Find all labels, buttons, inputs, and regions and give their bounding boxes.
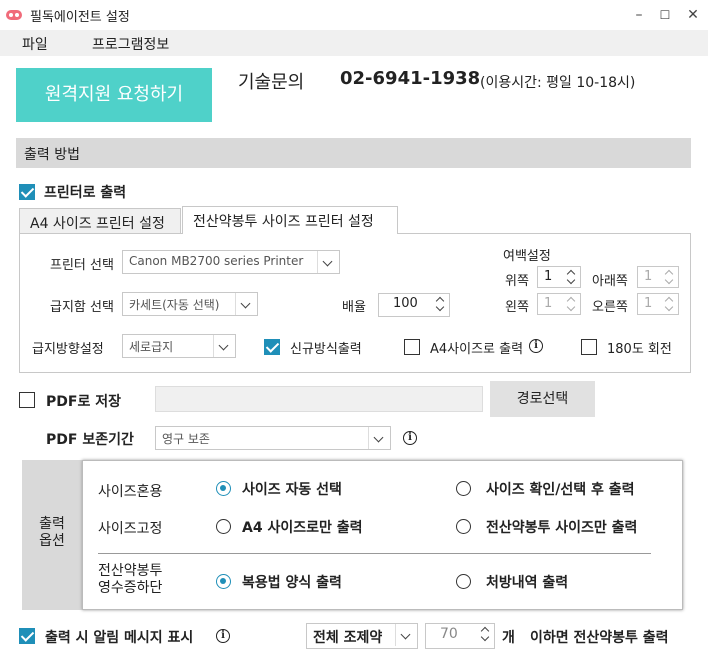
- new-method-label: 신규방식출력: [290, 342, 362, 357]
- new-method-checkbox[interactable]: [264, 339, 280, 355]
- scale-label: 배율: [342, 300, 366, 315]
- support-hours: (이용시간: 평일 10-18시): [480, 75, 636, 91]
- rotate-180-checkbox[interactable]: [581, 339, 597, 355]
- chevron-down-icon: [317, 251, 339, 273]
- active-tab-joiner: [183, 232, 397, 235]
- chevron-down-icon: [395, 624, 417, 646]
- feed-direction-value: 세로급지: [129, 340, 174, 354]
- tray-dropdown[interactable]: 카세트(자동 선택): [122, 292, 258, 316]
- prescription-radio[interactable]: [456, 574, 471, 589]
- info-icon[interactable]: i: [529, 339, 543, 353]
- spinner-arrows-icon[interactable]: [478, 624, 494, 644]
- a4-only-label: A4 사이즈로만 출력: [242, 520, 363, 536]
- size-fixed-label: 사이즈고정: [98, 521, 163, 537]
- medication-scope-value: 전체 조제약: [313, 630, 383, 646]
- tab-envelope-printer[interactable]: 전산약봉투 사이즈 프린터 설정: [182, 206, 398, 234]
- printer-output-checkbox[interactable]: [19, 184, 35, 200]
- auto-size-radio[interactable]: [216, 481, 231, 496]
- a4-only-radio[interactable]: [216, 519, 231, 534]
- spinner-arrows-icon[interactable]: [433, 294, 449, 314]
- margin-top-value: 1: [544, 269, 553, 284]
- app-logo-icon: [6, 10, 22, 20]
- count-spinner[interactable]: 70: [425, 623, 495, 649]
- printer-select-label: 프린터 선택: [50, 258, 114, 273]
- info-icon[interactable]: i: [216, 629, 230, 643]
- scale-spinner[interactable]: 100: [378, 293, 450, 317]
- prescription-label: 처방내역 출력: [486, 575, 569, 591]
- rotate-180-label: 180도 회전: [607, 342, 672, 357]
- chevron-down-icon: [368, 427, 390, 449]
- alert-label: 출력 시 알림 메시지 표시: [45, 630, 194, 646]
- envelope-only-label: 전산약봉투 사이즈만 출력: [486, 520, 638, 536]
- chevron-down-icon: [235, 293, 257, 315]
- threshold-suffix: 이하면 전산약봉투 출력: [530, 630, 669, 646]
- receipt-label: 전산약봉투 영수증하단: [98, 563, 163, 596]
- feed-direction-label: 급지방향설정: [32, 342, 104, 357]
- tray-value: 카세트(자동 선택): [129, 298, 220, 312]
- medication-form-radio[interactable]: [216, 574, 231, 589]
- support-label: 기술문의: [238, 72, 305, 93]
- remote-support-button[interactable]: 원격지원 요청하기: [16, 68, 212, 122]
- window-title: 필독에이전트 설정: [30, 10, 130, 25]
- tray-label: 급지함 선택: [50, 300, 114, 315]
- feed-direction-dropdown[interactable]: 세로급지: [122, 334, 236, 358]
- spinner-arrows-icon[interactable]: [564, 294, 580, 314]
- pdf-path-input[interactable]: [155, 386, 483, 412]
- margin-right-spinner[interactable]: 1: [637, 293, 679, 315]
- pdf-period-label: PDF 보존기간: [46, 432, 134, 448]
- margin-right-label: 오른쪽: [592, 300, 628, 315]
- maximize-button[interactable]: ☐: [652, 4, 678, 26]
- confirm-size-radio[interactable]: [456, 481, 471, 496]
- alert-checkbox[interactable]: [19, 628, 35, 644]
- margin-title: 여백설정: [503, 249, 551, 264]
- margin-top-label: 위쪽: [505, 274, 529, 289]
- a4-output-label: A4사이즈로 출력: [430, 342, 524, 357]
- medication-form-label: 복용법 양식 출력: [242, 575, 342, 591]
- path-select-button[interactable]: 경로선택: [490, 381, 595, 417]
- margin-bottom-spinner[interactable]: 1: [637, 266, 679, 288]
- pdf-save-label: PDF로 저장: [46, 394, 121, 410]
- printer-select-value: Canon MB2700 series Printer: [129, 254, 304, 268]
- margin-bottom-label: 아래쪽: [592, 274, 628, 289]
- medication-scope-dropdown[interactable]: 전체 조제약: [306, 623, 418, 649]
- printer-select-dropdown[interactable]: Canon MB2700 series Printer: [122, 250, 340, 274]
- scale-value: 100: [393, 296, 418, 311]
- pdf-period-value: 영구 보존: [162, 432, 210, 446]
- options-divider: [98, 553, 651, 554]
- margin-left-spinner[interactable]: 1: [537, 293, 581, 315]
- pdf-save-checkbox[interactable]: [19, 392, 35, 408]
- close-button[interactable]: ✕: [680, 4, 706, 26]
- count-value: 70: [440, 626, 458, 642]
- print-options-label: 출력 옵션: [39, 516, 65, 549]
- info-icon[interactable]: i: [403, 431, 417, 445]
- size-mixed-label: 사이즈혼용: [98, 484, 163, 500]
- tab-a4-printer[interactable]: A4 사이즈 프린터 설정: [19, 208, 181, 234]
- printer-output-label: 프린터로 출력: [44, 185, 127, 201]
- margin-left-label: 왼쪽: [505, 300, 529, 315]
- envelope-only-radio[interactable]: [456, 519, 471, 534]
- menu-program-info[interactable]: 프로그램정보: [92, 34, 169, 54]
- a4-output-checkbox[interactable]: [404, 339, 420, 355]
- auto-size-label: 사이즈 자동 선택: [242, 482, 342, 498]
- spinner-arrows-icon[interactable]: [564, 267, 580, 287]
- menu-file[interactable]: 파일: [22, 34, 48, 54]
- section-header-output-method: 출력 방법: [16, 138, 691, 168]
- pdf-period-dropdown[interactable]: 영구 보존: [155, 426, 391, 450]
- confirm-size-label: 사이즈 확인/선택 후 출력: [486, 482, 635, 498]
- count-unit: 개: [502, 630, 515, 646]
- support-phone: 02-6941-1938: [340, 68, 481, 89]
- margin-right-value: 1: [644, 296, 653, 311]
- margin-left-value: 1: [544, 296, 553, 311]
- chevron-down-icon: [213, 335, 235, 357]
- margin-bottom-value: 1: [644, 269, 653, 284]
- minimize-button[interactable]: –: [626, 4, 652, 26]
- spinner-arrows-icon[interactable]: [662, 267, 678, 287]
- margin-top-spinner[interactable]: 1: [537, 266, 581, 288]
- spinner-arrows-icon[interactable]: [662, 294, 678, 314]
